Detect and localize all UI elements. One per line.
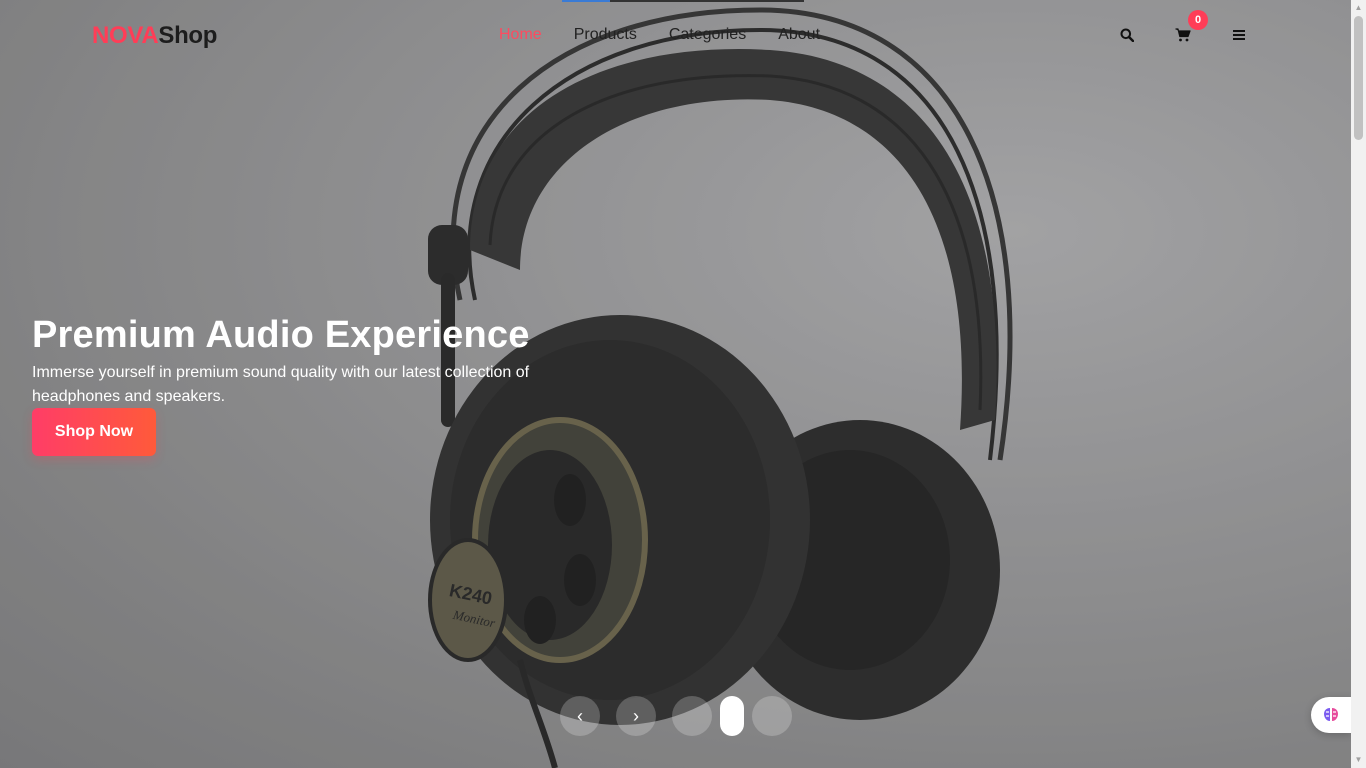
chevron-left-icon: ‹ <box>577 705 583 726</box>
page-scrollbar[interactable]: ▲ ▼ <box>1351 0 1366 768</box>
scroll-down-icon[interactable]: ▼ <box>1354 755 1363 765</box>
search-button[interactable] <box>1116 24 1138 46</box>
scroll-up-icon[interactable]: ▲ <box>1354 3 1363 13</box>
carousel-next-button[interactable]: › <box>616 696 656 736</box>
shop-now-button[interactable]: Shop Now <box>32 408 156 456</box>
brand-logo[interactable]: NOVAShop <box>92 22 217 50</box>
scrollbar-thumb[interactable] <box>1354 16 1363 140</box>
page-viewport: K240 Monitor NOVAShop Home Products Cate… <box>0 0 1351 768</box>
logo-part-shop: Shop <box>158 22 218 49</box>
cart-icon <box>1175 28 1191 42</box>
nav-categories[interactable]: Categories <box>669 26 746 44</box>
carousel-dot-3[interactable] <box>752 696 792 736</box>
menu-button[interactable] <box>1228 24 1250 46</box>
nav-about[interactable]: About <box>778 26 820 44</box>
carousel-dot-2[interactable] <box>720 696 744 736</box>
site-header: NOVAShop Home Products Categories About … <box>0 0 1351 72</box>
menu-icon <box>1233 30 1245 40</box>
main-nav: Home Products Categories About <box>499 26 820 44</box>
chevron-right-icon: › <box>633 705 639 726</box>
brain-icon <box>1324 708 1338 721</box>
assistant-widget-button[interactable] <box>1311 697 1351 733</box>
search-icon <box>1120 28 1134 42</box>
logo-part-nova: NOVA <box>92 22 159 49</box>
hero-title: Premium Audio Experience <box>32 314 530 356</box>
hero-description: Immerse yourself in premium sound qualit… <box>32 364 530 405</box>
carousel-dot-1[interactable] <box>672 696 712 736</box>
nav-home[interactable]: Home <box>499 26 542 44</box>
carousel-prev-button[interactable]: ‹ <box>560 696 600 736</box>
nav-products[interactable]: Products <box>574 26 637 44</box>
cart-count-badge: 0 <box>1188 10 1208 30</box>
